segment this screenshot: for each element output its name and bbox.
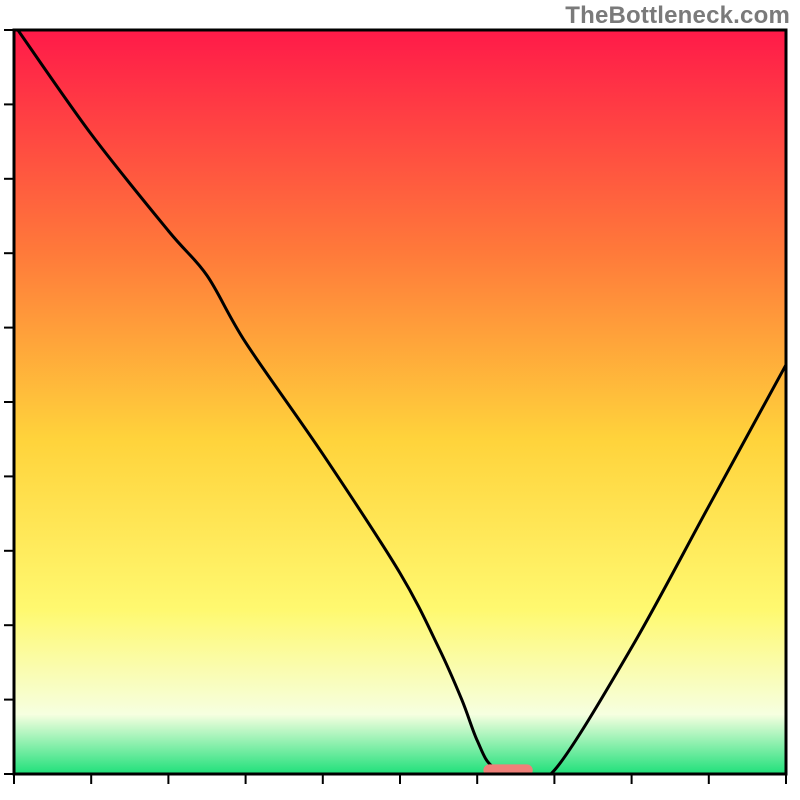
bottleneck-chart: TheBottleneck.com (0, 0, 800, 800)
gradient-background (14, 30, 786, 774)
watermark-text: TheBottleneck.com (565, 2, 790, 30)
plot-area (4, 30, 786, 784)
chart-svg (0, 0, 800, 800)
